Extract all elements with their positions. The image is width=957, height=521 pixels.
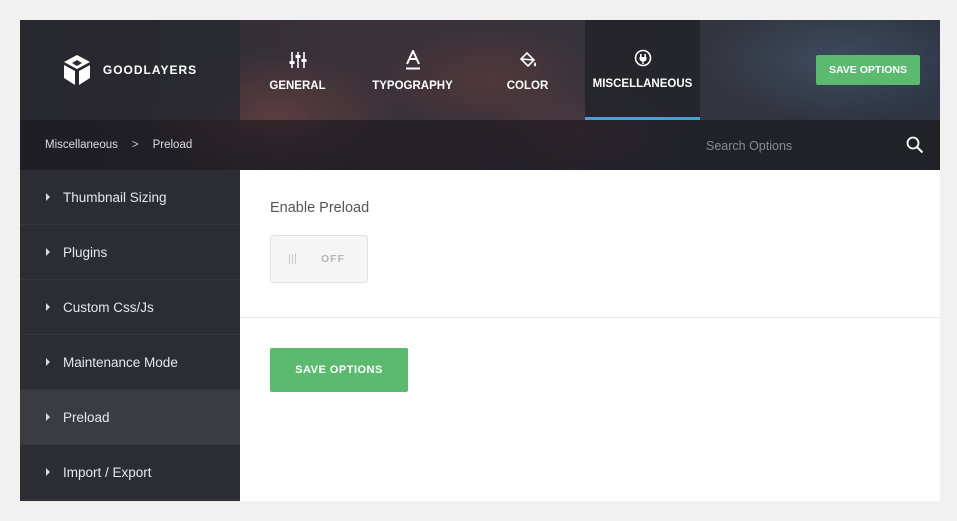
sidebar: Thumbnail Sizing Plugins Custom Css/Js M… (20, 170, 240, 501)
tab-typography[interactable]: TYPOGRAPHY (355, 20, 470, 120)
caret-right-icon (46, 303, 50, 311)
divider (240, 317, 940, 318)
main-tabs: GENERAL TYPOGRAPHY COLOR MISCELLANEOUS (240, 20, 700, 120)
plug-icon (634, 47, 652, 69)
tab-miscellaneous[interactable]: MISCELLANEOUS (585, 20, 700, 120)
brand-name: GOODLAYERS (102, 63, 198, 77)
sidebar-item-label: Maintenance Mode (63, 354, 178, 370)
tab-color[interactable]: COLOR (470, 20, 585, 120)
subbar: Miscellaneous > Preload (20, 120, 940, 170)
sidebar-item-custom-css-js[interactable]: Custom Css/Js (20, 280, 240, 335)
breadcrumb-separator: > (131, 139, 139, 151)
paint-bucket-icon (518, 49, 538, 71)
caret-right-icon (46, 358, 50, 366)
content-panel: Enable Preload OFF SAVE OPTIONS (240, 170, 940, 501)
tab-label: TYPOGRAPHY (372, 79, 453, 92)
sidebar-item-label: Thumbnail Sizing (63, 189, 167, 205)
sidebar-item-plugins[interactable]: Plugins (20, 225, 240, 280)
tab-label: COLOR (506, 79, 549, 92)
sliders-icon (289, 49, 307, 71)
breadcrumb-current: Preload (152, 139, 193, 151)
sidebar-item-preload[interactable]: Preload (20, 390, 240, 445)
logo: GOODLAYERS (20, 20, 240, 120)
caret-right-icon (46, 468, 50, 476)
sidebar-item-label: Plugins (63, 244, 108, 260)
sidebar-item-label: Import / Export (63, 464, 152, 480)
font-a-icon (405, 49, 421, 71)
theme-options-panel: GOODLAYERS GENERAL TYPOGRAPHY COLOR MISC… (20, 20, 940, 501)
breadcrumb-parent[interactable]: Miscellaneous (45, 139, 118, 151)
toggle-state: OFF (321, 253, 345, 265)
caret-right-icon (46, 413, 50, 421)
enable-preload-toggle[interactable]: OFF (270, 235, 368, 283)
caret-right-icon (46, 193, 50, 201)
grip-icon (289, 254, 297, 264)
save-options-button[interactable]: SAVE OPTIONS (270, 348, 408, 392)
header: GOODLAYERS GENERAL TYPOGRAPHY COLOR MISC… (20, 20, 940, 170)
option-label: Enable Preload (270, 200, 370, 216)
tab-label: MISCELLANEOUS (592, 78, 693, 90)
sidebar-item-label: Preload (63, 409, 110, 425)
caret-right-icon (46, 248, 50, 256)
sidebar-item-import-export[interactable]: Import / Export (20, 445, 240, 500)
tab-general[interactable]: GENERAL (240, 20, 355, 120)
save-options-button-header[interactable]: SAVE OPTIONS (816, 55, 920, 85)
search-icon[interactable] (906, 136, 924, 154)
search-box (680, 120, 940, 170)
goodlayers-logo-icon (63, 55, 90, 85)
sidebar-item-label: Custom Css/Js (63, 299, 154, 315)
breadcrumb: Miscellaneous > Preload (45, 120, 192, 170)
sidebar-item-maintenance-mode[interactable]: Maintenance Mode (20, 335, 240, 390)
tab-label: GENERAL (269, 79, 326, 92)
search-input[interactable] (704, 134, 898, 158)
sidebar-item-thumbnail-sizing[interactable]: Thumbnail Sizing (20, 170, 240, 225)
